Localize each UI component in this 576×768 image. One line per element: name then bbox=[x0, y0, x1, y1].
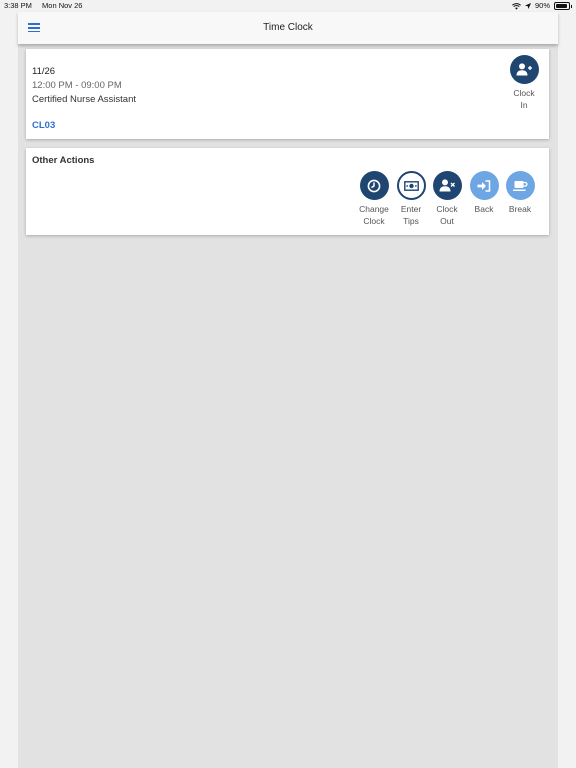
clock-out-button[interactable]: Clock Out bbox=[427, 171, 467, 227]
shift-card: 11/26 12:00 PM - 09:00 PM Certified Nurs… bbox=[26, 49, 549, 139]
shift-role: Certified Nurse Assistant bbox=[32, 94, 137, 105]
battery-percent: 90% bbox=[534, 1, 550, 10]
enter-tips-label-2: Tips bbox=[403, 216, 419, 226]
app-container: Time Clock 11/26 12:00 PM - 09:00 PM Cer… bbox=[18, 12, 558, 768]
enter-tips-button[interactable]: Enter Tips bbox=[391, 171, 431, 227]
status-bar: 3:38 PM Mon Nov 26 90% bbox=[0, 0, 576, 12]
clock-out-label-2: Out bbox=[440, 216, 454, 226]
wifi-icon bbox=[512, 2, 521, 10]
other-actions-title: Other Actions bbox=[32, 155, 95, 166]
back-label: Back bbox=[474, 204, 494, 214]
break-label: Break bbox=[508, 204, 532, 214]
clock-in-button[interactable]: Clock In bbox=[504, 55, 544, 111]
change-clock-button[interactable]: Change Clock bbox=[354, 171, 394, 227]
break-button[interactable]: Break bbox=[500, 171, 540, 215]
shift-code-link[interactable]: CL03 bbox=[32, 120, 55, 131]
change-clock-label-1: Change bbox=[359, 204, 389, 214]
user-add-icon bbox=[509, 55, 539, 84]
status-date: Mon Nov 26 bbox=[42, 1, 83, 10]
location-arrow-icon bbox=[524, 3, 531, 9]
battery-icon bbox=[554, 2, 572, 10]
clock-in-label-2: In bbox=[520, 100, 528, 110]
status-time: 3:38 PM bbox=[4, 1, 32, 10]
enter-tips-label-1: Enter bbox=[400, 204, 422, 214]
clock-icon bbox=[359, 171, 389, 200]
top-bar: Time Clock bbox=[18, 12, 558, 44]
clock-out-label-1: Clock bbox=[436, 204, 458, 214]
page-title: Time Clock bbox=[263, 22, 313, 33]
coffee-icon bbox=[505, 171, 535, 200]
back-button[interactable]: Back bbox=[464, 171, 504, 215]
clock-in-label-1: Clock bbox=[513, 88, 535, 98]
shift-date: 11/26 bbox=[32, 66, 56, 77]
sign-in-icon bbox=[469, 171, 499, 200]
user-remove-icon bbox=[432, 171, 462, 200]
money-icon bbox=[396, 171, 426, 200]
other-actions-card: Other Actions Change Clock Enter Tips Cl… bbox=[26, 148, 549, 235]
shift-time-range: 12:00 PM - 09:00 PM bbox=[32, 80, 122, 91]
change-clock-label-2: Clock bbox=[363, 216, 385, 226]
